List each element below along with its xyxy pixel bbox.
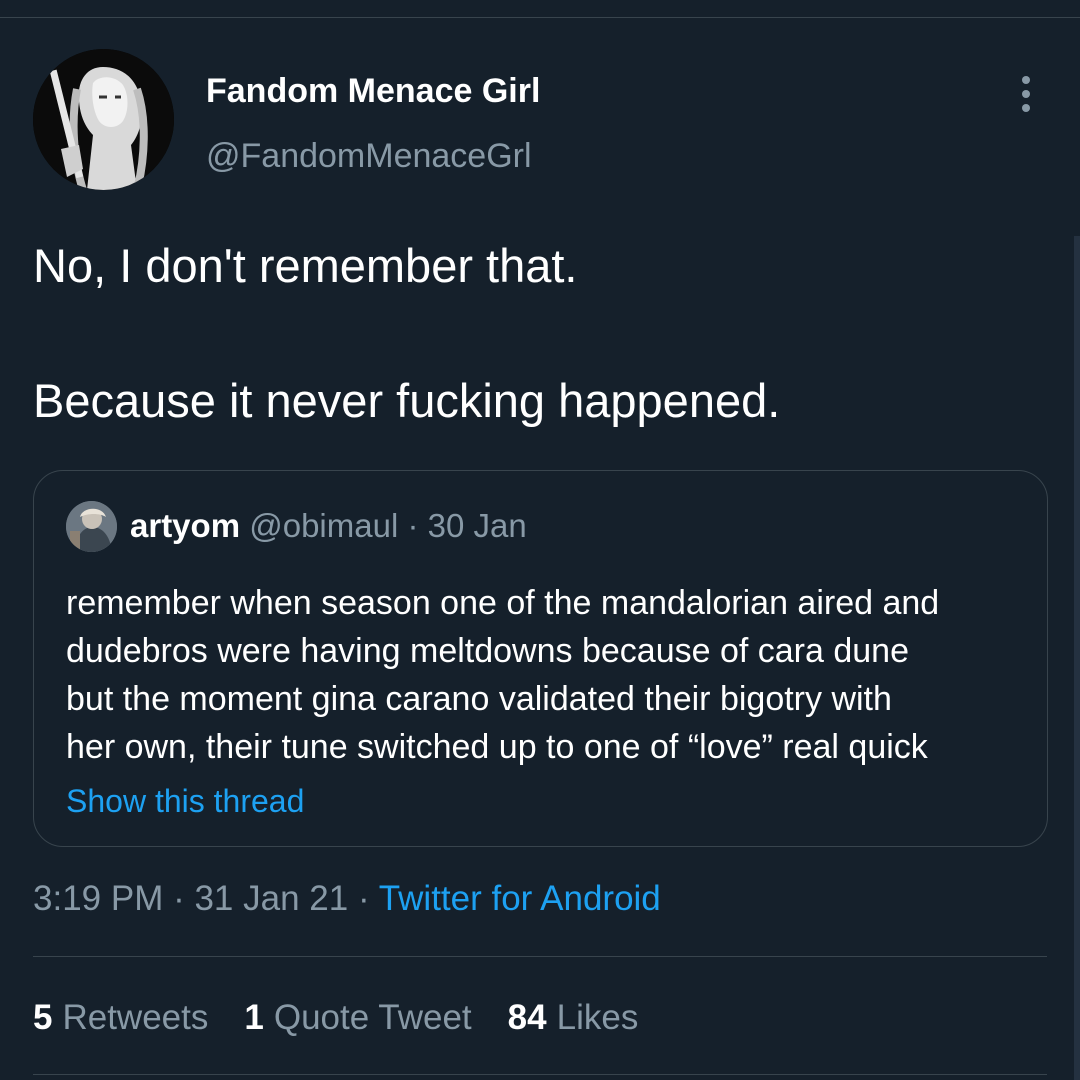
author-display-name[interactable]: Fandom Menace Girl (206, 72, 540, 111)
tweet-text-line: Because it never fucking happened. (33, 374, 781, 427)
tweet-stats-row: 5 Retweets 1 Quote Tweet 84 Likes (33, 998, 674, 1038)
quote-tweets-stat[interactable]: 1 Quote Tweet (244, 998, 471, 1037)
stats-bottom-divider (33, 1074, 1047, 1075)
tweet-date: 31 Jan 21 (194, 879, 349, 918)
quoted-body-line: but the moment gina carano validated the… (66, 680, 892, 718)
more-vertical-icon-dot (1022, 104, 1030, 112)
author-avatar[interactable] (33, 49, 174, 190)
likes-stat[interactable]: 84 Likes (508, 998, 639, 1037)
quoted-body-line: remember when season one of the mandalor… (66, 584, 940, 622)
more-vertical-icon-dot (1022, 90, 1030, 98)
tweet-detail-page: Fandom Menace Girl @FandomMenaceGrl No, … (0, 0, 1080, 1080)
scrollbar-track[interactable] (1074, 236, 1080, 1080)
quoted-author-avatar (66, 501, 117, 552)
quote-tweets-count: 1 (244, 998, 264, 1037)
quoted-author-name: artyom (130, 507, 241, 544)
timestamp-separator: · (348, 879, 379, 918)
likes-label: Likes (556, 998, 639, 1037)
retweets-stat[interactable]: 5 Retweets (33, 998, 208, 1037)
tweet-text-line: No, I don't remember that. (33, 239, 578, 292)
avatar-portrait-image (33, 49, 174, 190)
tweet-source-link[interactable]: Twitter for Android (379, 879, 661, 918)
quoted-avatar-image (66, 501, 117, 552)
author-handle[interactable]: @FandomMenaceGrl (206, 137, 532, 176)
quoted-handle-text: @obimaul (249, 507, 399, 544)
stats-top-divider (33, 956, 1047, 957)
likes-count: 84 (507, 998, 547, 1037)
quoted-date: 30 Jan (427, 507, 527, 544)
quoted-tweet-body: remember when season one of the mandalor… (66, 579, 1036, 771)
more-options-button[interactable] (1008, 72, 1044, 116)
retweets-label: Retweets (62, 998, 209, 1037)
quoted-tweet-card[interactable]: artyom @obimaul · 30 Jan remember when s… (33, 470, 1048, 847)
quoted-separator: · (398, 507, 428, 544)
quoted-body-line: her own, their tune switched up to one o… (66, 728, 928, 766)
more-vertical-icon (1022, 76, 1030, 84)
quoted-author-handle: @obimaul (249, 507, 398, 544)
quoted-tweet-header: artyom @obimaul · 30 Jan (130, 507, 527, 545)
retweets-count: 5 (33, 998, 53, 1037)
quote-tweets-label: Quote Tweet (273, 998, 472, 1037)
tweet-timestamp-row: 3:19 PM · 31 Jan 21 · Twitter for Androi… (33, 879, 661, 919)
tweet-time: 3:19 PM (33, 879, 164, 918)
timestamp-separator: · (163, 879, 195, 918)
top-divider (0, 17, 1080, 18)
show-thread-link[interactable]: Show this thread (66, 783, 304, 820)
quoted-body-line: dudebros were having meltdowns because o… (66, 632, 909, 670)
